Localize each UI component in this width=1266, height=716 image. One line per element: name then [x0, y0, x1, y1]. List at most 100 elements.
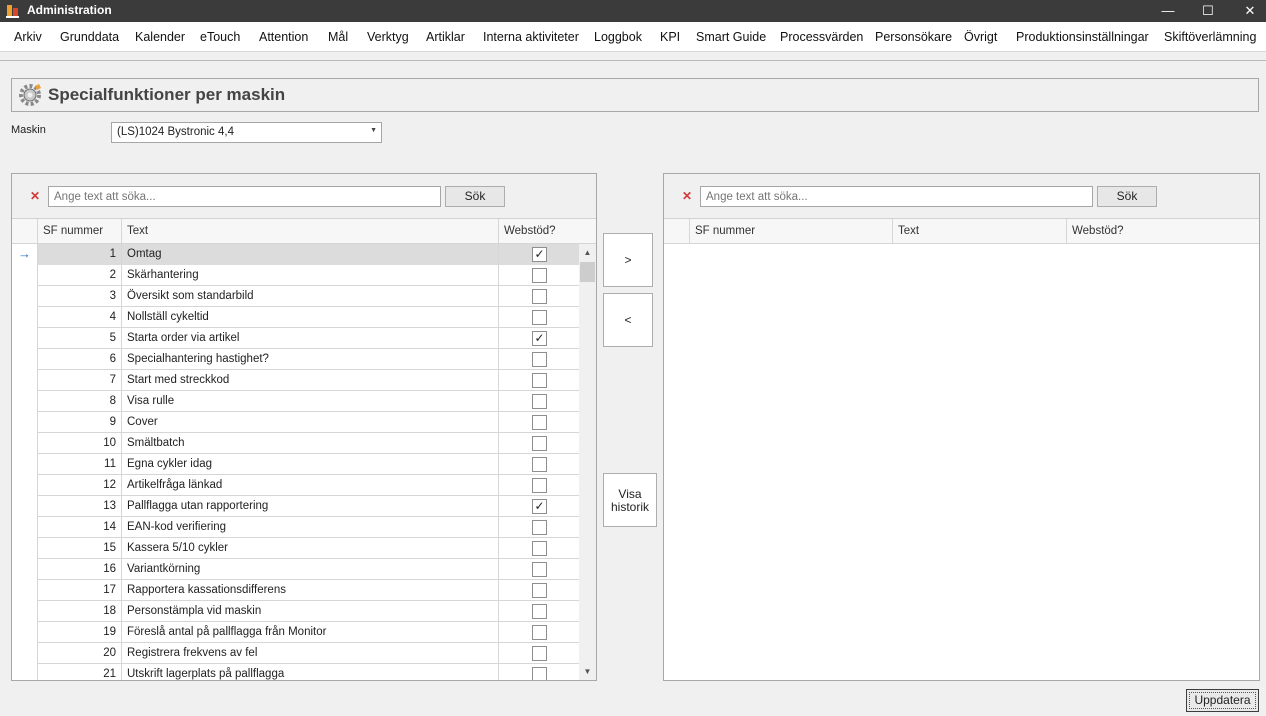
table-row[interactable]: 14 EAN-kod verifiering — [12, 517, 579, 538]
text-cell[interactable]: EAN-kod verifiering — [121, 517, 498, 538]
sf-number-cell[interactable]: 7 — [37, 370, 121, 391]
text-cell[interactable]: Cover — [121, 412, 498, 433]
table-row[interactable]: 16 Variantkörning — [12, 559, 579, 580]
webstod-checkbox[interactable] — [532, 604, 547, 619]
text-cell[interactable]: Smältbatch — [121, 433, 498, 454]
table-row[interactable]: 18 Personstämpla vid maskin — [12, 601, 579, 622]
table-row[interactable]: 2 Skärhantering — [12, 265, 579, 286]
menu-grunddata[interactable]: Grunddata — [60, 30, 119, 44]
text-cell[interactable]: Pallflagga utan rapportering — [121, 496, 498, 517]
machine-dropdown[interactable]: (LS)1024 Bystronic 4,4 ▼ — [111, 122, 382, 143]
menu-kpi[interactable]: KPI — [660, 30, 680, 44]
sf-number-cell[interactable]: 19 — [37, 622, 121, 643]
left-scrollbar[interactable]: ▲ ▼ — [579, 244, 596, 680]
scroll-up-icon[interactable]: ▲ — [579, 244, 596, 261]
sf-number-cell[interactable]: 9 — [37, 412, 121, 433]
text-cell[interactable]: Översikt som standarbild — [121, 286, 498, 307]
table-row[interactable]: 7 Start med streckkod — [12, 370, 579, 391]
table-row[interactable]: 15 Kassera 5/10 cykler — [12, 538, 579, 559]
text-cell[interactable]: Registrera frekvens av fel — [121, 643, 498, 664]
webstod-checkbox[interactable]: ✓ — [532, 499, 547, 514]
menu-kalender[interactable]: Kalender — [135, 30, 185, 44]
column-sf-nummer[interactable]: SF nummer — [689, 219, 892, 244]
sf-number-cell[interactable]: 6 — [37, 349, 121, 370]
table-row[interactable]: 4 Nollställ cykeltid — [12, 307, 579, 328]
text-cell[interactable]: Föreslå antal på pallflagga från Monitor — [121, 622, 498, 643]
text-cell[interactable]: Nollställ cykeltid — [121, 307, 498, 328]
sf-number-cell[interactable]: 15 — [37, 538, 121, 559]
table-row[interactable]: → 1 Omtag ✓ — [12, 244, 579, 265]
webstod-checkbox[interactable]: ✓ — [532, 331, 547, 346]
table-row[interactable]: 9 Cover — [12, 412, 579, 433]
close-button[interactable]: ✕ — [1229, 0, 1266, 22]
sf-number-cell[interactable]: 1 — [37, 244, 121, 265]
text-cell[interactable]: Specialhantering hastighet? — [121, 349, 498, 370]
webstod-checkbox[interactable] — [532, 520, 547, 535]
menu-artiklar[interactable]: Artiklar — [426, 30, 465, 44]
text-cell[interactable]: Visa rulle — [121, 391, 498, 412]
webstod-checkbox[interactable] — [532, 268, 547, 283]
text-cell[interactable]: Kassera 5/10 cykler — [121, 538, 498, 559]
text-cell[interactable]: Rapportera kassationsdifferens — [121, 580, 498, 601]
menu-loggbok[interactable]: Loggbok — [594, 30, 642, 44]
column-sf-nummer[interactable]: SF nummer — [37, 219, 121, 244]
webstod-checkbox[interactable] — [532, 310, 547, 325]
text-cell[interactable]: Start med streckkod — [121, 370, 498, 391]
menu-produktionsinstallningar[interactable]: Produktionsinställningar — [1016, 30, 1149, 44]
menu-etouch[interactable]: eTouch — [200, 30, 240, 44]
webstod-checkbox[interactable] — [532, 289, 547, 304]
webstod-checkbox[interactable] — [532, 415, 547, 430]
table-row[interactable]: 3 Översikt som standarbild — [12, 286, 579, 307]
minimize-button[interactable]: — — [1147, 0, 1189, 22]
sf-number-cell[interactable]: 3 — [37, 286, 121, 307]
table-row[interactable]: 20 Registrera frekvens av fel — [12, 643, 579, 664]
text-cell[interactable]: Skärhantering — [121, 265, 498, 286]
text-cell[interactable]: Omtag — [121, 244, 498, 265]
webstod-checkbox[interactable] — [532, 352, 547, 367]
menu-ovrigt[interactable]: Övrigt — [964, 30, 997, 44]
column-text[interactable]: Text — [121, 219, 498, 244]
menu-personsokare[interactable]: Personsökare — [875, 30, 952, 44]
update-button[interactable]: Uppdatera — [1186, 689, 1259, 712]
clear-search-icon[interactable]: ✕ — [30, 189, 40, 203]
table-row[interactable]: 12 Artikelfråga länkad — [12, 475, 579, 496]
sf-number-cell[interactable]: 8 — [37, 391, 121, 412]
table-row[interactable]: 21 Utskrift lagerplats på pallflagga — [12, 664, 579, 680]
webstod-checkbox[interactable] — [532, 373, 547, 388]
sf-number-cell[interactable]: 4 — [37, 307, 121, 328]
text-cell[interactable]: Starta order via artikel — [121, 328, 498, 349]
webstod-checkbox[interactable] — [532, 646, 547, 661]
sf-number-cell[interactable]: 13 — [37, 496, 121, 517]
table-row[interactable]: 10 Smältbatch — [12, 433, 579, 454]
column-text[interactable]: Text — [892, 219, 1066, 244]
menu-smart-guide[interactable]: Smart Guide — [696, 30, 766, 44]
menu-mal[interactable]: Mål — [328, 30, 348, 44]
webstod-checkbox[interactable] — [532, 583, 547, 598]
right-search-button[interactable]: Sök — [1097, 186, 1157, 207]
table-row[interactable]: 19 Föreslå antal på pallflagga från Monit… — [12, 622, 579, 643]
clear-search-icon[interactable]: ✕ — [682, 189, 692, 203]
menu-arkiv[interactable]: Arkiv — [14, 30, 42, 44]
sf-number-cell[interactable]: 17 — [37, 580, 121, 601]
sf-number-cell[interactable]: 21 — [37, 664, 121, 680]
webstod-checkbox[interactable] — [532, 394, 547, 409]
webstod-checkbox[interactable] — [532, 667, 547, 680]
table-row[interactable]: 8 Visa rulle — [12, 391, 579, 412]
left-search-input[interactable] — [48, 186, 441, 207]
webstod-checkbox[interactable] — [532, 562, 547, 577]
table-row[interactable]: 6 Specialhantering hastighet? — [12, 349, 579, 370]
webstod-checkbox[interactable] — [532, 625, 547, 640]
sf-number-cell[interactable]: 5 — [37, 328, 121, 349]
text-cell[interactable]: Egna cykler idag — [121, 454, 498, 475]
webstod-checkbox[interactable] — [532, 436, 547, 451]
sf-number-cell[interactable]: 14 — [37, 517, 121, 538]
sf-number-cell[interactable]: 20 — [37, 643, 121, 664]
right-search-input[interactable] — [700, 186, 1093, 207]
text-cell[interactable]: Personstämpla vid maskin — [121, 601, 498, 622]
sf-number-cell[interactable]: 2 — [37, 265, 121, 286]
sf-number-cell[interactable]: 10 — [37, 433, 121, 454]
menu-attention[interactable]: Attention — [259, 30, 308, 44]
webstod-checkbox[interactable] — [532, 541, 547, 556]
show-history-button[interactable]: Visa historik — [603, 473, 657, 527]
table-row[interactable]: 13 Pallflagga utan rapportering ✓ — [12, 496, 579, 517]
